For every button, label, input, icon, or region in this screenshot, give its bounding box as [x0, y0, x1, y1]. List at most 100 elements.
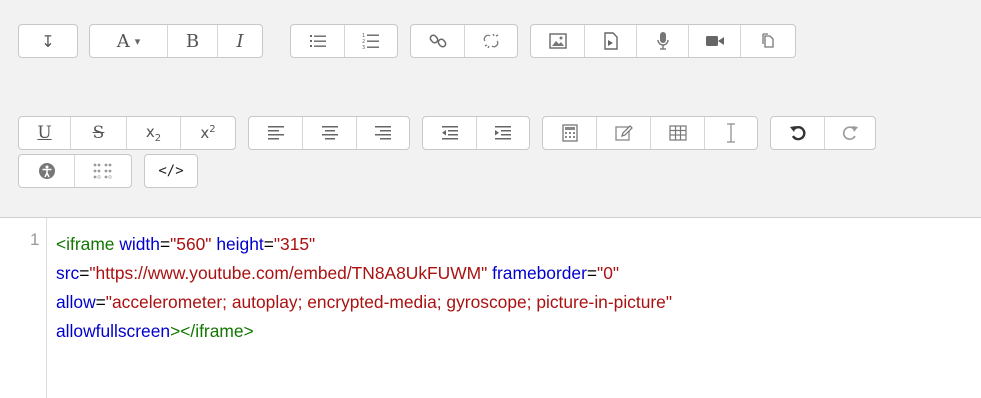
align-right-button[interactable]: [357, 117, 409, 149]
table-icon: [668, 125, 687, 141]
indent-button[interactable]: [477, 117, 529, 149]
equals: =: [263, 234, 274, 254]
toolbar-group-html: </>: [144, 154, 198, 188]
attr-allowfullscreen: allowfullscreen: [56, 321, 171, 341]
unlink-icon: [483, 33, 499, 49]
ordered-list-button[interactable]: 123: [345, 25, 397, 57]
equals: =: [586, 263, 598, 283]
toolbar-group-history: [770, 116, 876, 150]
tag-open: <iframe: [56, 234, 115, 254]
braille-icon: [93, 163, 112, 179]
toolbar-group-media: [530, 24, 796, 58]
strikethrough-button[interactable]: S: [71, 117, 127, 149]
code-line-2: src="https://www.youtube.com/embed/TN8A8…: [56, 259, 672, 288]
value-frameborder: "0": [597, 263, 620, 283]
underline-icon: U: [37, 123, 52, 143]
edit-icon: [614, 125, 633, 141]
table-button[interactable]: [651, 117, 705, 149]
equals: =: [95, 292, 106, 312]
chevron-down-icon: ▾: [134, 34, 141, 48]
code-content[interactable]: <iframe width="560" height="315" src="htt…: [56, 230, 672, 346]
bold-button[interactable]: B: [168, 25, 218, 57]
attr-width: width: [119, 234, 160, 254]
tag-close-bracket: >: [170, 321, 181, 341]
superscript-button[interactable]: x2: [181, 117, 235, 149]
attr-height: height: [216, 234, 264, 254]
subscript-icon: x2: [146, 123, 161, 144]
value-src: "https://www.youtube.com/embed/TN8A8UkFU…: [89, 263, 488, 283]
media-file-icon: [603, 32, 618, 50]
collapse-toolbar-button[interactable]: ↧: [19, 25, 77, 57]
attr-frameborder: frameborder: [492, 263, 587, 283]
line-number: 1: [30, 230, 40, 249]
toolbar-group-collapse: ↧: [18, 24, 78, 58]
superscript-mark: 2: [209, 124, 216, 135]
accessibility-checker-button[interactable]: [19, 155, 75, 187]
clear-formatting-button[interactable]: [705, 117, 757, 149]
svg-text:3: 3: [362, 45, 365, 50]
text-cursor-icon: [727, 123, 735, 143]
superscript-base: x: [200, 124, 210, 142]
equation-editor-button[interactable]: [543, 117, 597, 149]
calculator-icon: [561, 124, 578, 142]
toolbar-group-lists: 123: [290, 24, 398, 58]
outdent-button[interactable]: [423, 117, 477, 149]
undo-button[interactable]: [771, 117, 825, 149]
subscript-base: x: [145, 122, 155, 141]
superscript-icon: x2: [200, 124, 215, 142]
html-toggle-button[interactable]: </>: [145, 155, 197, 187]
image-icon: [548, 33, 567, 49]
unordered-list-button[interactable]: [291, 25, 345, 57]
link-button[interactable]: [411, 25, 465, 57]
font-color-icon: A: [116, 30, 130, 52]
align-center-button[interactable]: [303, 117, 357, 149]
attr-src: src: [56, 263, 80, 283]
media-button[interactable]: [585, 25, 637, 57]
code-line-1: <iframe width="560" height="315": [56, 230, 672, 259]
screenreader-helper-button[interactable]: [75, 155, 131, 187]
toolbar-group-formatting: U S x2 x2: [18, 116, 236, 150]
value-allow: "accelerometer; autoplay; encrypted-medi…: [105, 292, 673, 312]
special-characters-button[interactable]: [597, 117, 651, 149]
html-source-editor[interactable]: 1 <iframe width="560" height="315" src="h…: [0, 218, 981, 398]
record-video-button[interactable]: [689, 25, 741, 57]
subscript-mark: 2: [154, 132, 162, 144]
record-audio-button[interactable]: [637, 25, 689, 57]
redo-icon: [842, 126, 858, 140]
line-number-gutter: 1: [0, 218, 47, 398]
align-left-button[interactable]: [249, 117, 303, 149]
ordered-list-icon: 123: [362, 33, 379, 50]
outdent-icon: [441, 126, 458, 140]
code-icon: </>: [158, 163, 184, 179]
unordered-list-icon: [309, 35, 326, 47]
undo-icon: [789, 126, 805, 141]
align-center-icon: [321, 126, 338, 140]
indent-icon: [495, 126, 511, 140]
toolbar-group-indent: [422, 116, 530, 150]
equals: =: [79, 263, 90, 283]
attr-allow: allow: [56, 292, 96, 312]
toolbar-group-text-style: A ▾ B I: [89, 24, 263, 58]
align-right-icon: [375, 126, 391, 140]
accessibility-icon: [38, 163, 55, 179]
italic-button[interactable]: I: [218, 25, 262, 57]
align-left-icon: [267, 126, 284, 140]
strikethrough-icon: S: [92, 123, 105, 143]
microphone-icon: [656, 32, 669, 50]
redo-button[interactable]: [825, 117, 875, 149]
editor-toolbar: ↧ A ▾ B I 123 U S x2 x2 </>: [0, 0, 981, 218]
image-button[interactable]: [531, 25, 585, 57]
manage-files-button[interactable]: [741, 25, 795, 57]
unlink-button[interactable]: [465, 25, 517, 57]
toolbar-group-align: [248, 116, 410, 150]
underline-button[interactable]: U: [19, 117, 71, 149]
subscript-button[interactable]: x2: [127, 117, 181, 149]
font-color-button[interactable]: A ▾: [90, 25, 168, 57]
collapse-icon: ↧: [41, 31, 55, 51]
value-height: "315": [273, 234, 316, 254]
files-icon: [762, 33, 774, 48]
toolbar-group-accessibility: [18, 154, 132, 188]
bold-icon: B: [185, 30, 200, 52]
code-line-3: allow="accelerometer; autoplay; encrypte…: [56, 288, 672, 317]
code-line-4: allowfullscreen></iframe>: [56, 317, 672, 346]
